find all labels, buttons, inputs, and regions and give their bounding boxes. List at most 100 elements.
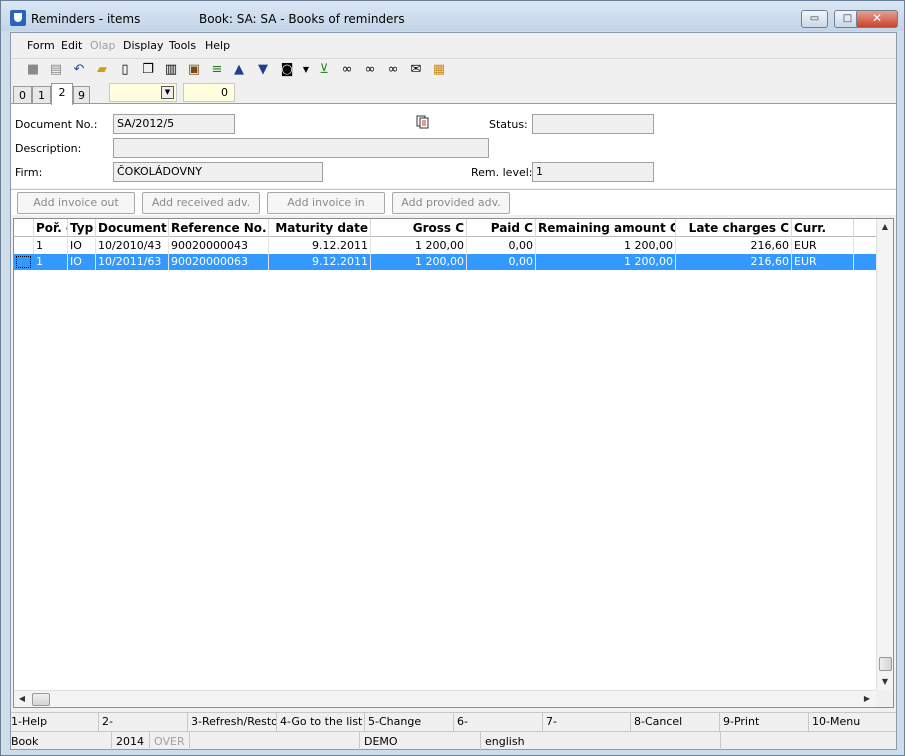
- fkey-3-refresh[interactable]: 3-Refresh/Restor: [188, 713, 277, 731]
- table-row-selected[interactable]: 1 IO 10/2011/63 90020000063 9.12.2011 1 …: [14, 254, 876, 270]
- menu-edit[interactable]: Edit: [61, 39, 82, 52]
- cell-paid: 0,00: [467, 238, 536, 254]
- fkey-9-print[interactable]: 9-Print: [720, 713, 809, 731]
- function-keys-bar: 1-Help 2- 3-Refresh/Restor 4-Go to the l…: [11, 712, 896, 731]
- status-module: Book: [11, 732, 112, 751]
- firm-label: Firm:: [15, 166, 43, 179]
- minimize-button[interactable]: ▭: [801, 10, 828, 28]
- add-received-adv-button[interactable]: Add received adv.: [142, 192, 260, 214]
- menu-bar: Form Edit Olap Display Tools Help: [11, 36, 896, 56]
- mail-icon[interactable]: ✉: [408, 62, 424, 78]
- menu-form[interactable]: Form: [27, 39, 55, 52]
- table-row[interactable]: 1 IO 10/2010/43 90020000043 9.12.2011 1 …: [14, 238, 876, 254]
- save-as-icon[interactable]: ▤: [48, 62, 64, 78]
- scroll-up-icon[interactable]: ▲: [877, 219, 893, 235]
- firm-field[interactable]: ČOKOLÁDOVNY: [113, 162, 323, 182]
- paste-icon[interactable]: ▥: [163, 62, 179, 78]
- binoculars-icon[interactable]: ∞: [339, 62, 355, 78]
- fkey-2[interactable]: 2-: [99, 713, 188, 731]
- fkey-4-go-to-list[interactable]: 4-Go to the list: [277, 713, 365, 731]
- open-folder-icon[interactable]: ▰: [94, 62, 110, 78]
- filter-icon[interactable]: ⊻: [316, 62, 332, 78]
- fkey-7[interactable]: 7-: [543, 713, 631, 731]
- document-no-label: Document No.:: [15, 118, 98, 131]
- tab-2[interactable]: 2: [51, 83, 73, 105]
- col-header-type[interactable]: Typ: [68, 219, 96, 237]
- cell-late-charges: 216,60: [676, 254, 792, 270]
- document-copy-icon[interactable]: [416, 115, 430, 129]
- cell-type: IO: [68, 254, 96, 270]
- cell-document: 10/2011/63: [96, 254, 169, 270]
- rem-level-label: Rem. level:: [471, 166, 533, 179]
- col-header-late-charges[interactable]: Late charges C: [676, 219, 792, 237]
- col-header-reference-no[interactable]: Reference No.: [169, 219, 269, 237]
- tab-number-field[interactable]: 0: [183, 83, 235, 102]
- cell-currency: EUR: [792, 254, 854, 270]
- description-label: Description:: [15, 142, 82, 155]
- add-buttons-row: Add invoice out Add received adv. Add in…: [11, 189, 896, 215]
- undo-icon[interactable]: ↶: [71, 62, 87, 78]
- menu-olap[interactable]: Olap: [90, 39, 115, 52]
- vertical-scrollbar[interactable]: ▲ ▼: [876, 219, 893, 691]
- col-header-document[interactable]: Document: [96, 219, 169, 237]
- new-document-icon[interactable]: ▯: [117, 62, 133, 78]
- camera-icon[interactable]: ◙: [279, 62, 295, 78]
- grid-header: Poř. č Typ Document Reference No. Maturi…: [14, 219, 876, 237]
- col-header-maturity-date[interactable]: Maturity date: [269, 219, 371, 237]
- add-provided-adv-button[interactable]: Add provided adv.: [392, 192, 510, 214]
- rem-level-field[interactable]: 1: [532, 162, 654, 182]
- status-label: Status:: [489, 118, 528, 131]
- tab-combo-box[interactable]: ▼: [109, 83, 177, 102]
- scroll-down-icon[interactable]: ▼: [877, 674, 893, 690]
- status-language: english: [481, 732, 721, 751]
- books-stack-icon[interactable]: ≡: [209, 62, 225, 78]
- fkey-8-cancel[interactable]: 8-Cancel: [631, 713, 720, 731]
- menu-tools[interactable]: Tools: [169, 39, 196, 52]
- window-title: Reminders - items: [31, 12, 141, 26]
- toolbar: ■ ▤ ↶ ▰ ▯ ❐ ▥ ▣ ≡ ▲ ▼ ◙ ▼ ⊻ ∞ ∞ ∞ ✉ ▦: [11, 58, 896, 82]
- status-mode: OVER: [150, 732, 190, 751]
- book-icon[interactable]: ▣: [186, 62, 202, 78]
- notepad-icon[interactable]: ▦: [431, 62, 447, 78]
- vertical-scroll-thumb[interactable]: [879, 657, 892, 671]
- fkey-5-change[interactable]: 5-Change: [365, 713, 454, 731]
- items-grid[interactable]: Poř. č Typ Document Reference No. Maturi…: [13, 218, 894, 708]
- add-invoice-in-button[interactable]: Add invoice in: [267, 192, 385, 214]
- fkey-1-help[interactable]: 1-Help: [11, 713, 99, 731]
- row-marker-cell: [14, 238, 34, 254]
- horizontal-scroll-thumb[interactable]: [32, 693, 50, 706]
- arrow-up-icon[interactable]: ▲: [231, 62, 247, 78]
- chevron-down-icon[interactable]: ▼: [161, 86, 174, 99]
- scroll-right-icon[interactable]: ▶: [859, 691, 875, 707]
- menu-help[interactable]: Help: [205, 39, 230, 52]
- description-field[interactable]: [113, 138, 489, 158]
- status-field[interactable]: [532, 114, 654, 134]
- menu-display[interactable]: Display: [123, 39, 164, 52]
- maximize-icon: □: [842, 13, 853, 24]
- scrollbar-corner: [876, 690, 893, 707]
- col-header-paid[interactable]: Paid C: [467, 219, 536, 237]
- dropdown-arrow-icon[interactable]: ▼: [298, 62, 314, 78]
- col-header-remaining-amount[interactable]: Remaining amount C: [536, 219, 676, 237]
- copy-icon[interactable]: ❐: [140, 62, 156, 78]
- header-form: Document No.: SA/2012/5 Status: Descript…: [11, 103, 896, 188]
- find-prev-icon[interactable]: ∞: [385, 62, 401, 78]
- cell-maturity-date: 9.12.2011: [269, 254, 371, 270]
- grid-header-marker: [14, 219, 34, 237]
- cell-remaining-amount: 1 200,00: [536, 238, 676, 254]
- horizontal-scrollbar[interactable]: ◀ ▶: [14, 690, 876, 707]
- save-icon[interactable]: ■: [25, 62, 41, 78]
- close-button[interactable]: ✕: [856, 10, 898, 28]
- find-next-icon[interactable]: ∞: [362, 62, 378, 78]
- scroll-left-icon[interactable]: ◀: [14, 691, 30, 707]
- cell-gross: 1 200,00: [371, 238, 467, 254]
- col-header-order[interactable]: Poř. č: [34, 219, 68, 237]
- document-no-field[interactable]: SA/2012/5: [113, 114, 235, 134]
- arrow-down-icon[interactable]: ▼: [255, 62, 271, 78]
- fkey-10-menu[interactable]: 10-Menu: [809, 713, 896, 731]
- title-bar[interactable]: Reminders - items Book: SA: SA - Books o…: [1, 1, 904, 31]
- fkey-6[interactable]: 6-: [454, 713, 543, 731]
- col-header-gross[interactable]: Gross C: [371, 219, 467, 237]
- col-header-currency[interactable]: Curr.: [792, 219, 854, 237]
- add-invoice-out-button[interactable]: Add invoice out: [17, 192, 135, 214]
